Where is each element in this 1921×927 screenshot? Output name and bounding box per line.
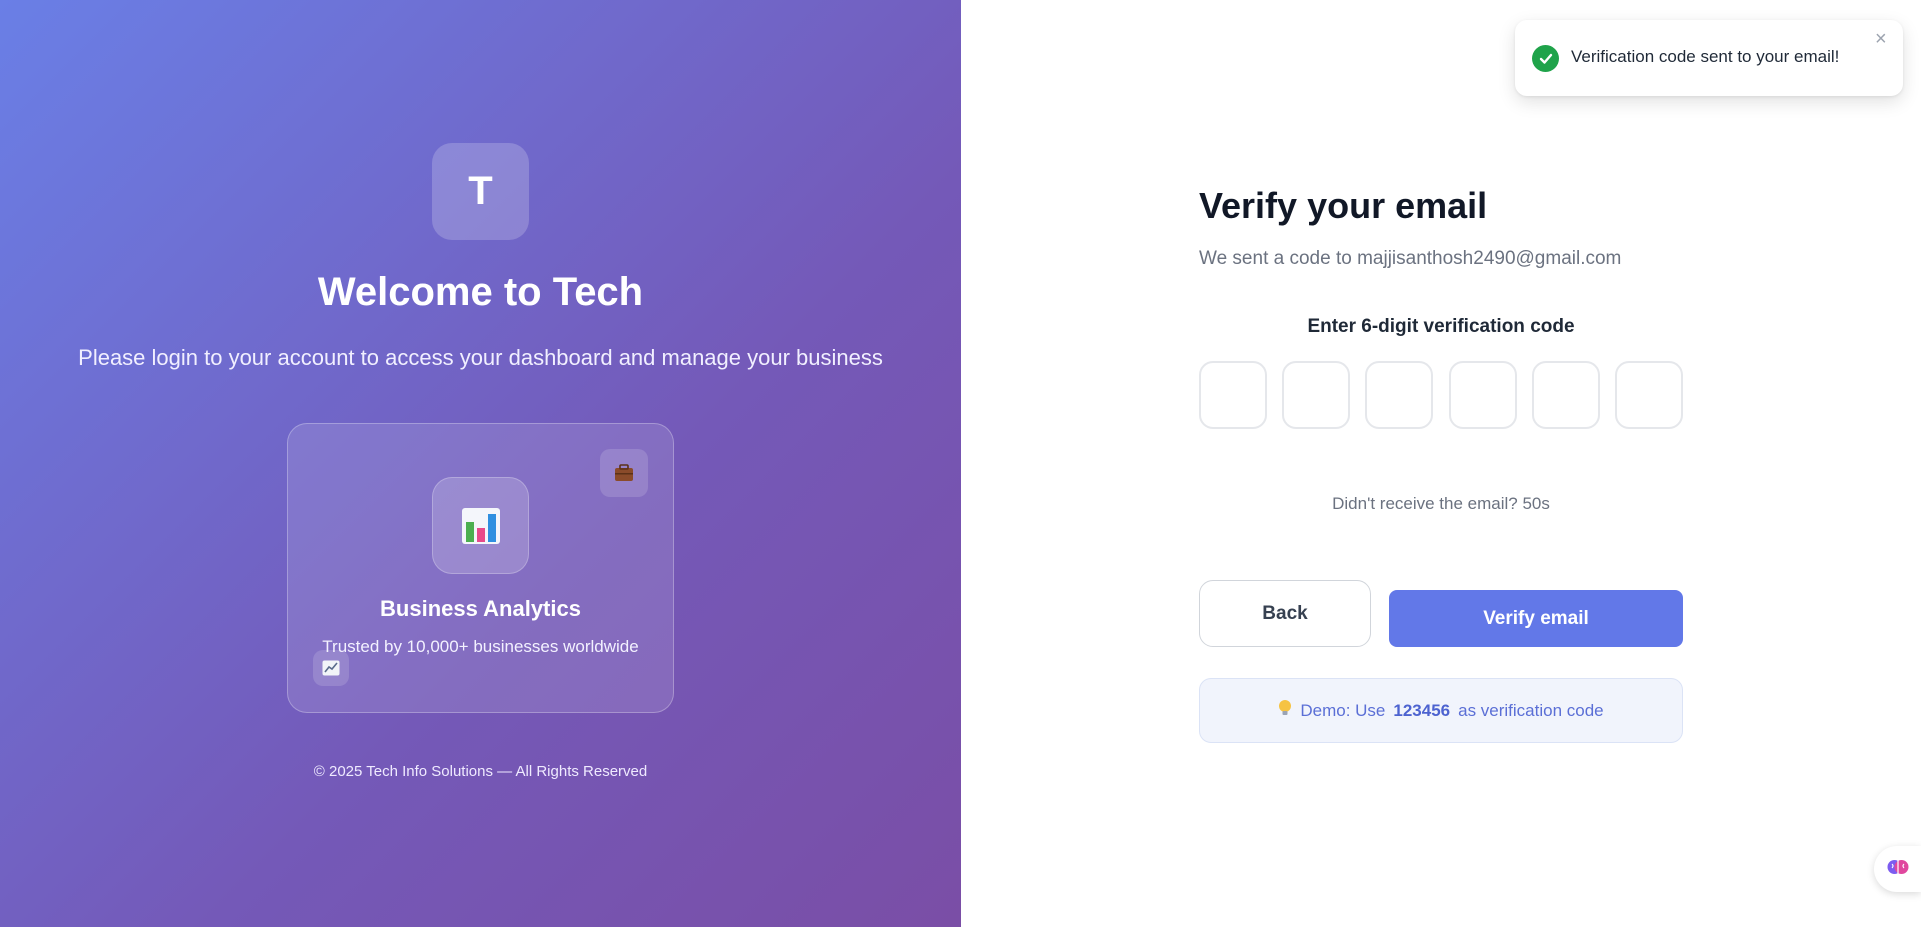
bar-chart-icon [432, 477, 529, 574]
success-toast: Verification code sent to your email! × [1515, 20, 1903, 96]
assistant-widget-button[interactable] [1874, 846, 1921, 892]
code-digit-4[interactable] [1448, 361, 1517, 429]
close-icon[interactable]: × [1875, 28, 1887, 51]
code-digit-3[interactable] [1365, 361, 1434, 429]
code-digit-2[interactable] [1282, 361, 1351, 429]
demo-suffix: as verification code [1458, 700, 1604, 720]
code-digit-5[interactable] [1531, 361, 1600, 429]
back-button[interactable]: Back [1199, 580, 1371, 647]
demo-code: 123456 [1393, 700, 1451, 720]
feature-card-title: Business Analytics [380, 596, 581, 621]
copyright: © 2025 Tech Info Solutions — All Rights … [313, 763, 648, 780]
code-label: Enter 6-digit verification code [1307, 316, 1575, 337]
verify-form: Verify your email We sent a code to majj… [1199, 0, 1683, 927]
welcome-title: Welcome to Tech [317, 270, 644, 314]
page-title: Verify your email [1199, 185, 1488, 226]
brand-panel: T Welcome to Tech Please login to your a… [0, 0, 961, 927]
code-input-row [1199, 361, 1683, 429]
toast-message: Verification code sent to your email! [1571, 47, 1840, 66]
verify-email-button[interactable]: Verify email [1389, 590, 1683, 647]
code-digit-1[interactable] [1199, 361, 1267, 429]
brand-logo: T [432, 143, 529, 240]
code-digit-6[interactable] [1614, 361, 1683, 429]
resend-countdown: Didn't receive the email? 50s [1332, 494, 1550, 513]
sent-to-text: We sent a code to majjisanthosh2490@gmai… [1199, 248, 1622, 269]
trend-chart-icon [313, 650, 349, 686]
demo-prefix: Demo: Use [1300, 700, 1386, 720]
demo-hint: Demo: Use 123456 as verification code [1199, 678, 1683, 743]
feature-card: Business Analytics Trusted by 10,000+ bu… [287, 423, 674, 713]
welcome-subtitle: Please login to your account to access y… [78, 345, 883, 370]
brain-icon [1886, 855, 1910, 884]
briefcase-icon [600, 449, 648, 497]
check-circle-icon [1532, 45, 1559, 72]
lightbulb-icon [1278, 699, 1292, 722]
